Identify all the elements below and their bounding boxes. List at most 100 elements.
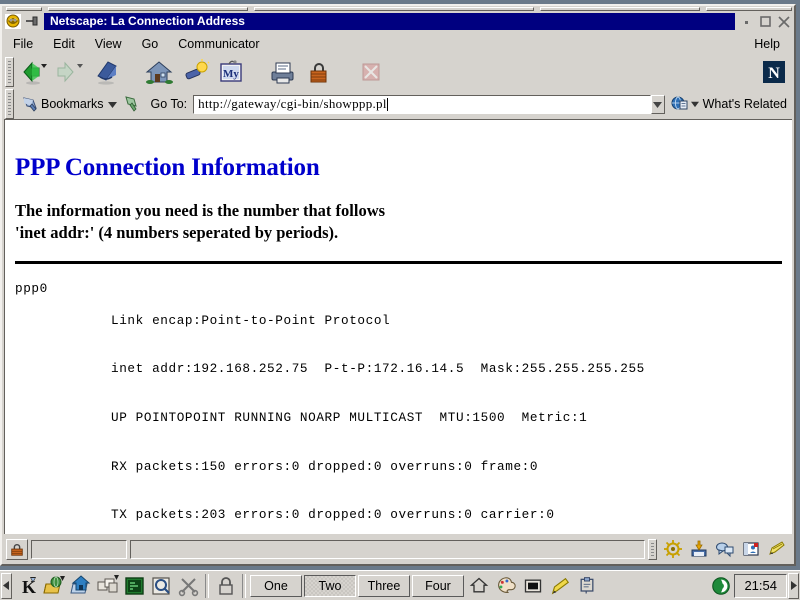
tray-colors[interactable] <box>492 573 519 599</box>
component-composer[interactable] <box>764 538 790 560</box>
tray-home[interactable] <box>465 573 492 599</box>
maximize-icon[interactable] <box>757 14 773 30</box>
menu-communicator[interactable]: Communicator <box>169 36 268 52</box>
page-proxy-icon[interactable] <box>121 95 141 113</box>
ifconfig-line: inet addr:192.168.252.75 P-t-P:172.16.14… <box>111 361 645 377</box>
component-discussions[interactable] <box>712 538 738 560</box>
print-button[interactable] <box>266 56 300 88</box>
control-center-icon <box>96 574 120 598</box>
ifconfig-output: ppp0 Link encap:Point-to-Point Protocol … <box>15 281 782 534</box>
component-bar-handle[interactable] <box>648 539 657 560</box>
status-message <box>130 540 645 559</box>
svg-text:N: N <box>768 65 780 82</box>
launcher-lock[interactable] <box>212 573 239 599</box>
chevron-down-icon <box>691 100 699 108</box>
component-mailbox[interactable] <box>686 538 712 560</box>
search-button[interactable] <box>178 56 212 88</box>
bookmark-icon <box>21 95 39 113</box>
netscape-icon <box>4 13 22 30</box>
progress-panel <box>31 540 127 559</box>
pencil-icon <box>549 575 571 597</box>
mailbox-inbox-icon <box>689 539 709 559</box>
whats-related-button[interactable]: What's Related <box>668 95 792 113</box>
tray-klipper[interactable] <box>573 573 600 599</box>
desktop-button-two[interactable]: Two <box>304 575 356 597</box>
ifconfig-line: RX packets:150 errors:0 dropped:0 overru… <box>111 459 645 475</box>
desktop: Netscape: La Connection Address File <box>0 0 800 600</box>
k-menu-icon: K <box>15 574 39 598</box>
menu-view[interactable]: View <box>86 36 131 52</box>
k-menu-button[interactable]: K <box>13 573 40 599</box>
netscape-window: Netscape: La Connection Address File <box>0 4 796 566</box>
url-dropdown-button[interactable] <box>651 95 665 114</box>
url-text: http://gateway/cgi-bin/showppp.pl <box>194 96 387 112</box>
component-addressbook[interactable] <box>738 538 764 560</box>
title-bar: Netscape: La Connection Address <box>4 12 792 31</box>
panel-hide-left-button[interactable] <box>1 573 12 599</box>
html-document: PPP Connection Information The informati… <box>5 154 792 534</box>
address-book-icon <box>741 539 761 559</box>
launcher-control-center[interactable] <box>94 573 121 599</box>
security-button[interactable] <box>302 56 336 88</box>
palette-icon <box>495 575 517 597</box>
window-task-list[interactable] <box>602 574 705 598</box>
arrow-right-icon <box>790 581 797 590</box>
status-bar <box>4 536 792 562</box>
ifconfig-line: UP POINTOPOINT RUNNING NOARP MULTICAST M… <box>111 410 645 426</box>
clipboard-icon <box>577 576 597 596</box>
url-input[interactable]: http://gateway/cgi-bin/showppp.pl <box>193 95 650 114</box>
launcher-kfm[interactable] <box>40 573 67 599</box>
launcher-home[interactable] <box>67 573 94 599</box>
composer-pencil-icon <box>767 539 787 559</box>
terminal-icon <box>123 574 147 598</box>
menu-go[interactable]: Go <box>133 36 168 52</box>
bookmarks-button[interactable]: Bookmarks <box>17 95 121 113</box>
arrow-left-icon <box>3 581 10 590</box>
launcher-logout[interactable] <box>175 573 202 599</box>
text-cursor <box>387 98 388 111</box>
tray-screen[interactable] <box>519 573 546 599</box>
reload-button[interactable] <box>90 56 124 88</box>
home-button[interactable] <box>142 56 176 88</box>
menu-help[interactable]: Help <box>745 36 790 52</box>
whats-related-icon <box>671 95 689 113</box>
menu-edit[interactable]: Edit <box>44 36 84 52</box>
locationbar-drag-handle[interactable] <box>5 89 14 119</box>
minimize-icon[interactable] <box>738 14 754 30</box>
taskbar-separator <box>205 574 209 598</box>
goto-label: Go To: <box>151 97 188 111</box>
back-button[interactable] <box>18 56 52 88</box>
ifconfig-lines: Link encap:Point-to-Point Protocol inet … <box>111 281 645 534</box>
component-navigator[interactable] <box>660 538 686 560</box>
globe-folder-icon <box>42 574 66 598</box>
netscape-n-logo[interactable]: N <box>760 58 788 86</box>
ifconfig-line: Link encap:Point-to-Point Protocol <box>111 313 645 329</box>
page-title: PPP Connection Information <box>15 154 782 182</box>
launcher-terminal[interactable] <box>121 573 148 599</box>
desktop-button-three[interactable]: Three <box>358 575 410 597</box>
navigation-toolbar: My <box>4 54 792 89</box>
chevron-down-icon <box>653 100 662 109</box>
netscape-running-icon <box>710 575 732 597</box>
forward-button[interactable] <box>54 56 88 88</box>
menu-file[interactable]: File <box>4 36 42 52</box>
kde-taskbar: K <box>0 570 800 600</box>
stop-button[interactable] <box>354 56 388 88</box>
toolbar-drag-handle[interactable] <box>5 57 14 87</box>
desktop-button-four[interactable]: Four <box>412 575 464 597</box>
tray-editor[interactable] <box>546 573 573 599</box>
desktop-button-one[interactable]: One <box>250 575 302 597</box>
taskbar-separator <box>242 574 246 598</box>
netscape-my-button[interactable]: My <box>214 56 248 88</box>
panel-hide-right-button[interactable] <box>788 573 799 599</box>
discussion-groups-icon <box>715 539 735 559</box>
close-icon[interactable] <box>776 14 792 30</box>
svg-text:My: My <box>223 68 239 80</box>
tray-netscape-running[interactable] <box>707 573 734 599</box>
clock[interactable]: 21:54 <box>734 574 787 598</box>
page-intro: The information you need is the number t… <box>15 200 782 244</box>
pin-button[interactable] <box>24 13 41 30</box>
launcher-find[interactable] <box>148 573 175 599</box>
home-icon <box>469 576 489 596</box>
security-padlock-icon[interactable] <box>6 539 28 560</box>
